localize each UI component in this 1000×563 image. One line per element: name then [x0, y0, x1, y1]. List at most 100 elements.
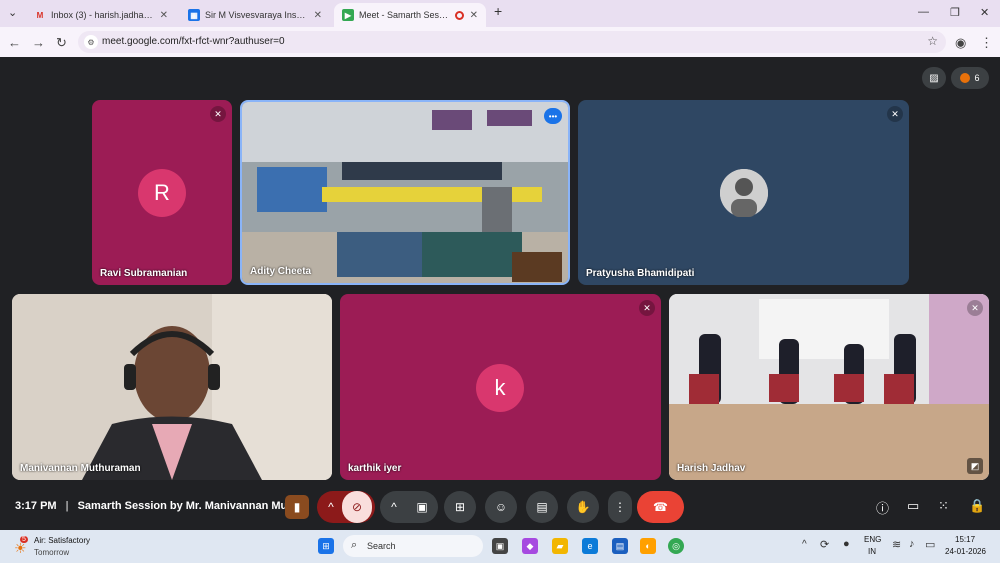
speaking-indicator-icon: ••• — [544, 108, 562, 124]
new-tab-button[interactable]: + — [494, 3, 502, 19]
chrome-icon[interactable]: ◎ — [668, 538, 684, 554]
camera-control[interactable]: ^ ▣ — [380, 491, 438, 523]
browser-tab-strip: ⌄ M Inbox (3) - harish.jadhav@svim... ✕ … — [0, 0, 1000, 27]
language-bottom[interactable]: IN — [868, 547, 876, 556]
restore-icon[interactable]: ❐ — [950, 6, 960, 19]
meeting-title: Samarth Session by Mr. Manivannan Mut... — [77, 500, 301, 512]
pin-icon[interactable]: ◩ — [967, 458, 983, 474]
end-call-icon: ☎ — [653, 500, 668, 514]
participant-avatar-icon — [960, 73, 971, 83]
clock-time[interactable]: 15:17 — [955, 535, 975, 544]
weather-title: Air: Satisfactory — [34, 536, 91, 545]
reload-icon[interactable]: ↻ — [56, 35, 67, 51]
avatar-photo — [720, 169, 768, 217]
microphone-control[interactable]: ^ ⊘ — [317, 491, 375, 523]
avatar-initial: k — [494, 375, 506, 400]
site-info-icon[interactable]: ⚙ — [84, 35, 98, 49]
captions-button[interactable]: ▤ — [526, 491, 558, 523]
sheets-icon: ▦ — [188, 9, 200, 21]
windows-start-icon[interactable]: ⊞ — [318, 538, 334, 554]
separator: | — [65, 500, 69, 512]
edge-icon[interactable]: e — [582, 538, 598, 554]
weather-subtitle: Tomorrow — [34, 548, 70, 557]
close-tab-icon[interactable]: ✕ — [160, 10, 168, 21]
task-view-icon[interactable]: ▣ — [492, 538, 508, 554]
battery-icon[interactable]: ▭ — [925, 538, 935, 551]
file-explorer-icon[interactable]: ▰ — [552, 538, 568, 554]
leave-call-button[interactable]: ☎ — [637, 491, 684, 523]
clock-date[interactable]: 24-01-2026 — [945, 547, 986, 556]
more-options-button[interactable]: ⋮ — [608, 491, 632, 523]
mic-off-icon: ✕ — [887, 106, 903, 122]
store-icon[interactable]: ▤ — [612, 538, 628, 554]
chat-icon[interactable]: ▭ — [907, 498, 919, 514]
mic-off-icon: ✕ — [210, 106, 226, 122]
participant-name: Adity Cheeta — [250, 266, 312, 277]
gmail-icon: M — [36, 10, 44, 20]
tab-meet[interactable]: ▶ Meet - Samarth Session by ✕ — [334, 3, 486, 27]
captions-icon: ▤ — [536, 500, 548, 514]
activities-icon[interactable]: ⁙ — [938, 498, 949, 514]
tab-title: Sir M Visvesvaraya Institute of M... — [205, 10, 308, 20]
search-label: Search — [367, 541, 396, 551]
forward-icon[interactable]: → — [32, 35, 45, 50]
participant-name: Ravi Subramanian — [100, 268, 188, 279]
participant-tile-ravi[interactable]: R ✕ Ravi Subramanian — [92, 100, 232, 285]
participant-tile-harish[interactable]: ✕ ◩ Harish Jadhav — [669, 294, 989, 480]
meeting-details-icon[interactable]: ⓘ — [876, 498, 889, 517]
tab-title: Inbox (3) - harish.jadhav@svim... — [51, 10, 154, 20]
raise-hand-button[interactable]: ✋ — [567, 491, 599, 523]
minimize-icon[interactable]: — — [918, 6, 929, 18]
companion-mode-icon[interactable]: ▮ — [285, 495, 309, 519]
recording-icon — [454, 10, 464, 20]
sync-icon[interactable]: ⟳ — [820, 538, 829, 551]
wifi-icon[interactable]: ≋ — [892, 538, 901, 551]
meeting-controls: 3:17 PM | Samarth Session by Mr. Manivan… — [0, 487, 1000, 527]
meet-stage: ▨ 6 R ✕ Ravi Subramanian ••• Adity Cheet… — [0, 57, 1000, 530]
participant-tile-pratyusha[interactable]: ✕ Pratyusha Bhamidipati — [578, 100, 909, 285]
mic-options-chevron-icon[interactable]: ^ — [320, 500, 342, 514]
weather-widget[interactable]: ☀ 5 — [12, 536, 32, 556]
camera-off-icon[interactable]: ▨ — [922, 67, 946, 89]
url-field[interactable]: ⚙ meet.google.com/fxt-rfct-wnr?authuser=… — [78, 31, 946, 53]
reactions-button[interactable]: ☺ — [485, 491, 517, 523]
participant-name: Manivannan Muthuraman — [20, 463, 141, 474]
participant-name: karthik iyer — [348, 463, 402, 474]
participant-name: Harish Jadhav — [677, 463, 746, 474]
close-tab-icon[interactable]: ✕ — [314, 10, 322, 21]
camera-options-chevron-icon[interactable]: ^ — [381, 500, 407, 514]
menu-icon[interactable]: ⋮ — [980, 35, 993, 51]
profile-icon[interactable]: ◉ — [955, 35, 966, 51]
tab-search-icon[interactable]: ⌄ — [8, 6, 17, 19]
meeting-time: 3:17 PM — [15, 500, 57, 512]
present-screen-button[interactable]: ⊞ — [444, 491, 476, 523]
mic-off-icon[interactable]: ⊘ — [342, 491, 372, 523]
emoji-icon: ☺ — [494, 500, 508, 514]
avatar: R — [138, 169, 186, 217]
taskbar-search[interactable]: ⌕ Search — [343, 535, 483, 557]
language-top[interactable]: ENG — [864, 535, 881, 544]
tab-institute[interactable]: ▦ Sir M Visvesvaraya Institute of M... ✕ — [180, 3, 330, 27]
meeting-info: 3:17 PM | Samarth Session by Mr. Manivan… — [15, 500, 300, 512]
close-tab-icon[interactable]: ✕ — [470, 10, 478, 21]
windows-taskbar: ☀ 5 Air: Satisfactory Tomorrow ⊞ ⌕ Searc… — [0, 530, 1000, 563]
tab-inbox[interactable]: M Inbox (3) - harish.jadhav@svim... ✕ — [26, 3, 176, 27]
show-hidden-icons-icon[interactable]: ^ — [802, 539, 807, 550]
camera-icon[interactable]: ▣ — [407, 500, 437, 514]
hand-icon: ✋ — [575, 500, 591, 514]
copilot-icon[interactable]: ◆ — [522, 538, 538, 554]
participant-tile-manivannan[interactable]: Manivannan Muthuraman — [12, 294, 332, 480]
participants-button[interactable]: 6 — [951, 67, 989, 89]
volume-icon[interactable]: ♪ — [909, 538, 915, 550]
host-controls-icon[interactable]: 🔒 — [969, 498, 985, 514]
participant-tile-adity[interactable]: ••• Adity Cheeta — [240, 100, 570, 285]
search-icon: ⌕ — [351, 539, 358, 551]
close-window-icon[interactable]: ✕ — [980, 6, 989, 19]
participant-tile-karthik[interactable]: k ✕ karthik iyer — [340, 294, 661, 480]
video-feed — [242, 102, 568, 283]
microphone-tray-icon[interactable]: ● — [843, 538, 850, 550]
weather-badge: 5 — [20, 536, 28, 543]
back-icon[interactable]: ← — [8, 35, 21, 50]
app-icon[interactable]: ◐ — [640, 538, 656, 554]
bookmark-star-icon[interactable]: ☆ — [927, 34, 938, 48]
